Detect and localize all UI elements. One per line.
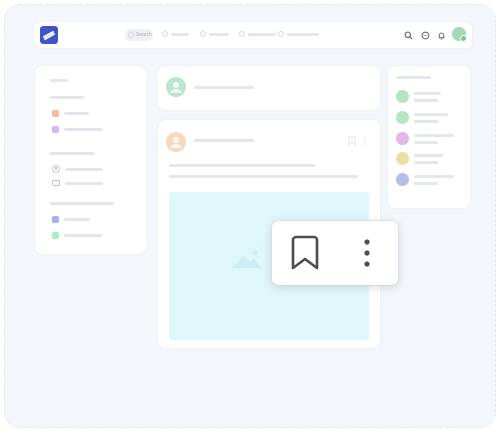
online-status-dot (460, 35, 467, 42)
avatar[interactable] (452, 27, 467, 42)
more-vertical-icon[interactable] (363, 136, 367, 146)
more-options-button[interactable] (340, 221, 394, 285)
image-placeholder-icon (233, 250, 261, 268)
post-text-line (169, 175, 358, 178)
nav-item-2[interactable] (200, 31, 229, 37)
user-item[interactable] (396, 90, 441, 103)
suggested-users-panel (388, 66, 470, 208)
user-item[interactable] (396, 173, 454, 186)
sidebar-item[interactable] (52, 179, 103, 187)
nav-icon (239, 31, 245, 37)
bookmark-icon (291, 235, 319, 270)
nav-icon (278, 31, 284, 37)
user-name-placeholder (414, 154, 443, 157)
sidebar-section-title-placeholder (50, 96, 84, 99)
user-avatar (396, 111, 409, 124)
sidebar-item[interactable] (52, 232, 102, 239)
user-item[interactable] (396, 132, 454, 145)
user-name-placeholder (414, 92, 441, 95)
sidebar-item-label-placeholder (64, 234, 102, 237)
user-icon (52, 165, 60, 173)
user-avatar (396, 152, 409, 165)
avatar (166, 77, 186, 97)
compose-post-box[interactable] (158, 66, 380, 110)
user-name-placeholder (414, 175, 454, 178)
post-author-placeholder (194, 139, 254, 142)
user-avatar (396, 173, 409, 186)
indigo-square-icon (52, 216, 59, 223)
nav-label-placeholder (248, 32, 276, 36)
nav-icon (200, 31, 206, 37)
nav-item-4[interactable] (278, 31, 319, 37)
brand-logo-icon[interactable] (40, 26, 58, 44)
user-detail-placeholder (414, 120, 438, 123)
nav-item-1[interactable] (162, 31, 189, 37)
search-pill-label: Search (136, 32, 152, 38)
nav-label-placeholder (171, 32, 189, 36)
sidebar-item-label-placeholder (64, 128, 102, 131)
nav-label-placeholder (209, 32, 229, 36)
post-actions-popup (272, 221, 398, 285)
avatar (166, 132, 186, 152)
user-name-placeholder (414, 113, 448, 116)
compose-placeholder-text (194, 86, 254, 89)
more-vertical-icon (364, 239, 370, 267)
green-square-icon (52, 232, 59, 239)
post-text-line (169, 164, 315, 167)
user-detail-placeholder (414, 141, 438, 144)
search-icon (128, 32, 134, 38)
sidebar-item-label-placeholder (65, 167, 103, 171)
sidebar-item[interactable] (52, 110, 89, 117)
search-pill[interactable]: Search (125, 29, 153, 41)
bookmark-icon[interactable] (348, 136, 356, 146)
purple-square-icon (52, 126, 59, 133)
user-avatar (396, 90, 409, 103)
top-navigation-bar: Search (34, 22, 472, 48)
id-card-icon (52, 180, 60, 186)
left-sidebar (35, 66, 146, 254)
user-name-placeholder (414, 134, 454, 137)
search-icon[interactable] (402, 29, 414, 41)
sidebar-section-title-placeholder (50, 152, 94, 155)
user-avatar (396, 132, 409, 145)
bookmark-button[interactable] (278, 221, 332, 285)
sidebar-heading-placeholder (50, 79, 68, 82)
user-detail-placeholder (414, 161, 438, 164)
panel-heading-placeholder (397, 76, 431, 79)
sidebar-item-label-placeholder (64, 112, 89, 115)
sidebar-item[interactable] (52, 165, 103, 173)
bell-icon[interactable] (435, 29, 447, 41)
chat-icon[interactable] (419, 29, 431, 41)
user-detail-placeholder (414, 99, 438, 102)
user-item[interactable] (396, 111, 448, 124)
sidebar-item-label-placeholder (64, 218, 90, 221)
nav-item-3[interactable] (239, 31, 276, 37)
nav-label-placeholder (287, 32, 319, 36)
sidebar-item-label-placeholder (65, 181, 103, 185)
nav-icon (162, 31, 168, 37)
sidebar-item[interactable] (52, 126, 102, 133)
sidebar-item[interactable] (52, 216, 90, 223)
user-detail-placeholder (414, 182, 438, 185)
user-item[interactable] (396, 152, 443, 165)
sidebar-section-title-placeholder (50, 202, 114, 205)
orange-square-icon (52, 110, 59, 117)
